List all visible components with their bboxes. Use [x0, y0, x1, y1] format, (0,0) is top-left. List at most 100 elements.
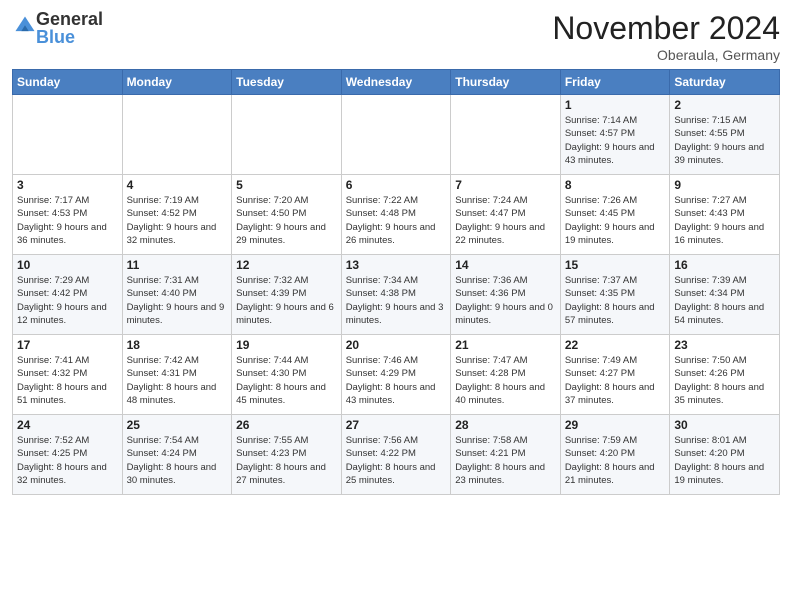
- day-cell: [451, 95, 561, 175]
- logo-blue: Blue: [36, 28, 103, 46]
- day-info: Sunrise: 7:37 AM Sunset: 4:35 PM Dayligh…: [565, 274, 666, 327]
- day-cell: 12Sunrise: 7:32 AM Sunset: 4:39 PM Dayli…: [232, 255, 342, 335]
- day-number: 20: [346, 338, 447, 352]
- day-cell: 23 Sunrise: 7:50 AM Sunset: 4:26 PM Dayli…: [670, 335, 780, 415]
- header-cell-wednesday: Wednesday: [341, 70, 451, 95]
- day-info: Sunrise: 7:32 AM Sunset: 4:39 PM Dayligh…: [236, 274, 337, 327]
- header-cell-sunday: Sunday: [13, 70, 123, 95]
- day-number: 27: [346, 418, 447, 432]
- day-number: 25: [127, 418, 228, 432]
- location: Oberaula, Germany: [552, 47, 780, 63]
- day-cell: 19 Sunrise: 7:44 AM Sunset: 4:30 PM Dayli…: [232, 335, 342, 415]
- day-info: Sunrise: 8:01 AM Sunset: 4:20 PM Dayligh…: [674, 434, 775, 487]
- day-number: 10: [17, 258, 118, 272]
- day-info: Sunrise: 7:55 AM Sunset: 4:23 PM Dayligh…: [236, 434, 337, 487]
- day-info: Sunrise: 7:39 AM Sunset: 4:34 PM Dayligh…: [674, 274, 775, 327]
- day-cell: 17 Sunrise: 7:41 AM Sunset: 4:32 PM Dayli…: [13, 335, 123, 415]
- day-cell: [122, 95, 232, 175]
- day-info: Sunrise: 7:17 AM Sunset: 4:53 PM Dayligh…: [17, 194, 118, 247]
- day-cell: 6Sunrise: 7:22 AM Sunset: 4:48 PM Daylig…: [341, 175, 451, 255]
- week-row-3: 10Sunrise: 7:29 AM Sunset: 4:42 PM Dayli…: [13, 255, 780, 335]
- day-info: Sunrise: 7:42 AM Sunset: 4:31 PM Dayligh…: [127, 354, 228, 407]
- day-number: 13: [346, 258, 447, 272]
- calendar-body: 1 Sunrise: 7:14 AM Sunset: 4:57 PM Daylig…: [13, 95, 780, 495]
- day-number: 4: [127, 178, 228, 192]
- day-number: 21: [455, 338, 556, 352]
- header-cell-monday: Monday: [122, 70, 232, 95]
- day-info: Sunrise: 7:20 AM Sunset: 4:50 PM Dayligh…: [236, 194, 337, 247]
- day-cell: [341, 95, 451, 175]
- day-info: Sunrise: 7:15 AM Sunset: 4:55 PM Dayligh…: [674, 114, 775, 167]
- day-number: 19: [236, 338, 337, 352]
- day-cell: 2Sunrise: 7:15 AM Sunset: 4:55 PM Daylig…: [670, 95, 780, 175]
- day-info: Sunrise: 7:59 AM Sunset: 4:20 PM Dayligh…: [565, 434, 666, 487]
- day-cell: [232, 95, 342, 175]
- calendar-header: SundayMondayTuesdayWednesdayThursdayFrid…: [13, 70, 780, 95]
- header-cell-tuesday: Tuesday: [232, 70, 342, 95]
- day-info: Sunrise: 7:14 AM Sunset: 4:57 PM Dayligh…: [565, 114, 666, 167]
- day-cell: 14Sunrise: 7:36 AM Sunset: 4:36 PM Dayli…: [451, 255, 561, 335]
- day-number: 26: [236, 418, 337, 432]
- day-number: 14: [455, 258, 556, 272]
- day-info: Sunrise: 7:52 AM Sunset: 4:25 PM Dayligh…: [17, 434, 118, 487]
- day-cell: 13 Sunrise: 7:34 AM Sunset: 4:38 PM Dayli…: [341, 255, 451, 335]
- day-number: 24: [17, 418, 118, 432]
- day-info: Sunrise: 7:46 AM Sunset: 4:29 PM Dayligh…: [346, 354, 447, 407]
- day-cell: 18Sunrise: 7:42 AM Sunset: 4:31 PM Dayli…: [122, 335, 232, 415]
- day-cell: 26 Sunrise: 7:55 AM Sunset: 4:23 PM Dayli…: [232, 415, 342, 495]
- day-number: 23: [674, 338, 775, 352]
- day-info: Sunrise: 7:34 AM Sunset: 4:38 PM Dayligh…: [346, 274, 447, 327]
- page-container: General Blue November 2024 Oberaula, Ger…: [0, 0, 792, 501]
- day-cell: 8 Sunrise: 7:26 AM Sunset: 4:45 PM Daylig…: [560, 175, 670, 255]
- day-cell: 3 Sunrise: 7:17 AM Sunset: 4:53 PM Daylig…: [13, 175, 123, 255]
- day-number: 8: [565, 178, 666, 192]
- day-info: Sunrise: 7:50 AM Sunset: 4:26 PM Dayligh…: [674, 354, 775, 407]
- day-number: 9: [674, 178, 775, 192]
- day-cell: 21Sunrise: 7:47 AM Sunset: 4:28 PM Dayli…: [451, 335, 561, 415]
- day-cell: 7 Sunrise: 7:24 AM Sunset: 4:47 PM Daylig…: [451, 175, 561, 255]
- day-number: 28: [455, 418, 556, 432]
- day-info: Sunrise: 7:19 AM Sunset: 4:52 PM Dayligh…: [127, 194, 228, 247]
- logo: General Blue: [12, 10, 103, 46]
- day-info: Sunrise: 7:56 AM Sunset: 4:22 PM Dayligh…: [346, 434, 447, 487]
- day-number: 3: [17, 178, 118, 192]
- calendar-table: SundayMondayTuesdayWednesdayThursdayFrid…: [12, 69, 780, 495]
- week-row-4: 17 Sunrise: 7:41 AM Sunset: 4:32 PM Dayli…: [13, 335, 780, 415]
- logo-general: General: [36, 10, 103, 28]
- day-cell: 5 Sunrise: 7:20 AM Sunset: 4:50 PM Daylig…: [232, 175, 342, 255]
- day-info: Sunrise: 7:54 AM Sunset: 4:24 PM Dayligh…: [127, 434, 228, 487]
- day-cell: 11Sunrise: 7:31 AM Sunset: 4:40 PM Dayli…: [122, 255, 232, 335]
- day-number: 6: [346, 178, 447, 192]
- day-number: 1: [565, 98, 666, 112]
- day-cell: 4 Sunrise: 7:19 AM Sunset: 4:52 PM Daylig…: [122, 175, 232, 255]
- logo-text: General Blue: [36, 10, 103, 46]
- day-number: 16: [674, 258, 775, 272]
- day-number: 7: [455, 178, 556, 192]
- day-number: 30: [674, 418, 775, 432]
- day-cell: 25 Sunrise: 7:54 AM Sunset: 4:24 PM Dayli…: [122, 415, 232, 495]
- day-info: Sunrise: 7:49 AM Sunset: 4:27 PM Dayligh…: [565, 354, 666, 407]
- day-cell: 16 Sunrise: 7:39 AM Sunset: 4:34 PM Dayli…: [670, 255, 780, 335]
- day-cell: 20 Sunrise: 7:46 AM Sunset: 4:29 PM Dayli…: [341, 335, 451, 415]
- header-cell-friday: Friday: [560, 70, 670, 95]
- day-number: 15: [565, 258, 666, 272]
- day-info: Sunrise: 7:27 AM Sunset: 4:43 PM Dayligh…: [674, 194, 775, 247]
- day-cell: [13, 95, 123, 175]
- month-title: November 2024: [552, 10, 780, 47]
- day-info: Sunrise: 7:44 AM Sunset: 4:30 PM Dayligh…: [236, 354, 337, 407]
- week-row-5: 24 Sunrise: 7:52 AM Sunset: 4:25 PM Dayli…: [13, 415, 780, 495]
- day-info: Sunrise: 7:58 AM Sunset: 4:21 PM Dayligh…: [455, 434, 556, 487]
- day-info: Sunrise: 7:31 AM Sunset: 4:40 PM Dayligh…: [127, 274, 228, 327]
- header-cell-thursday: Thursday: [451, 70, 561, 95]
- day-number: 5: [236, 178, 337, 192]
- day-info: Sunrise: 7:41 AM Sunset: 4:32 PM Dayligh…: [17, 354, 118, 407]
- week-row-2: 3 Sunrise: 7:17 AM Sunset: 4:53 PM Daylig…: [13, 175, 780, 255]
- day-info: Sunrise: 7:26 AM Sunset: 4:45 PM Dayligh…: [565, 194, 666, 247]
- day-cell: 28 Sunrise: 7:58 AM Sunset: 4:21 PM Dayli…: [451, 415, 561, 495]
- day-number: 17: [17, 338, 118, 352]
- day-cell: 29Sunrise: 7:59 AM Sunset: 4:20 PM Dayli…: [560, 415, 670, 495]
- logo-icon: [14, 15, 36, 37]
- day-cell: 30 Sunrise: 8:01 AM Sunset: 4:20 PM Dayli…: [670, 415, 780, 495]
- day-info: Sunrise: 7:24 AM Sunset: 4:47 PM Dayligh…: [455, 194, 556, 247]
- page-header: General Blue November 2024 Oberaula, Ger…: [12, 10, 780, 63]
